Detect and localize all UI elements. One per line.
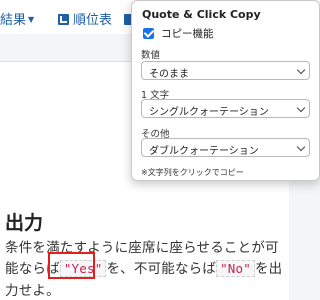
nav-ranking-label: 順位表 (73, 13, 113, 28)
numeric-quote-value: そのまま (149, 69, 189, 80)
copy-hint-note: ※文字列をクリックでコピー (141, 168, 244, 177)
other-quote-value: ダブルクォーテーション (149, 146, 259, 157)
chevron-down-icon (296, 65, 306, 75)
one-char-quote-value: シングルクォーテーション (149, 107, 269, 118)
enable-copy-checkbox[interactable] (143, 28, 154, 39)
popup-title: Quote & Click Copy (142, 8, 261, 21)
highlight-box (48, 252, 95, 279)
one-char-quote-select[interactable]: シングルクォーテーション (141, 99, 310, 118)
output-text-line: 力せよ。 (5, 283, 60, 299)
nav-results-label: 結果 (0, 13, 27, 28)
nav-ranking-link[interactable]: 順位表 (58, 9, 112, 28)
text-fragment: を、不可能ならば (106, 261, 217, 277)
caret-down-icon: ▼ (28, 15, 35, 24)
quote-click-copy-popup: Quote & Click Copy コピー機能 数値 そのまま 1 文字 シン… (131, 0, 320, 181)
nav-results-menu[interactable]: 結果 ▼ (0, 9, 34, 28)
other-quote-select[interactable]: ダブルクォーテーション (141, 138, 310, 157)
enable-copy-label[interactable]: コピー機能 (161, 26, 214, 41)
chart-icon (58, 14, 69, 25)
numeric-label: 数値 (141, 50, 161, 61)
no-code-snippet[interactable]: "No" (216, 260, 255, 277)
numeric-quote-select[interactable]: そのまま (141, 61, 310, 80)
text-fragment: を出 (254, 261, 283, 277)
chevron-down-icon (296, 103, 306, 113)
chevron-down-icon (296, 142, 306, 152)
output-text-line: 条件を満たすように座席に座らせることが可 (5, 240, 279, 256)
output-section-title: 出力 (5, 212, 44, 234)
output-text-line: 能ならば "Yes" を、不可能ならば "No" を出 (5, 257, 282, 277)
